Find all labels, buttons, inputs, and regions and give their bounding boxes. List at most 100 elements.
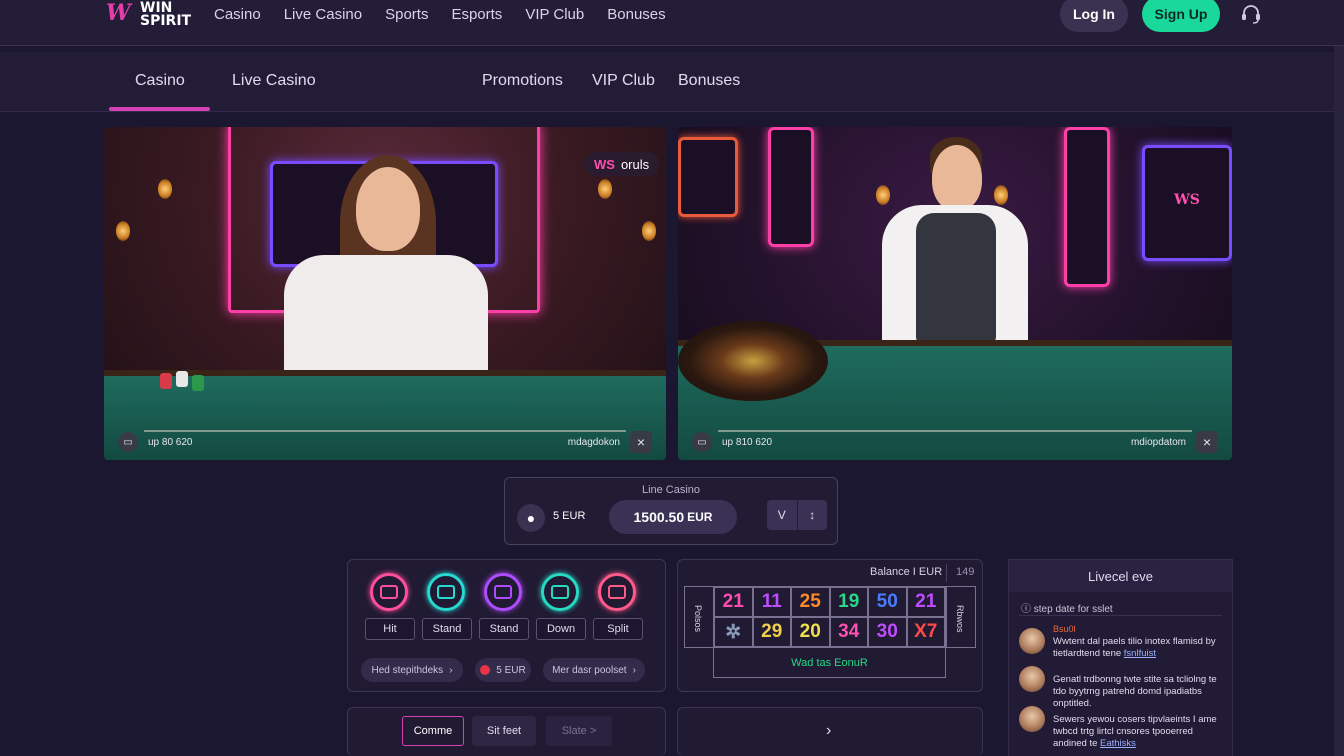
slot-machine [768,127,814,247]
chat-text: Genatl trdbonng twte stite sa tcliolng t… [1053,674,1217,709]
board-side-right-label: Rbwos [955,605,965,633]
chevron-right-icon: › [632,664,636,676]
double-down-button[interactable]: Down [536,618,586,640]
tile-footer: ▭ up 80 620 mdagdokon × [104,424,666,460]
top-nav-casino[interactable]: Casino [214,6,261,23]
login-button[interactable]: Log In [1060,0,1128,32]
screen-icon[interactable]: ▭ [692,432,712,452]
top-nav-vip-club[interactable]: VIP Club [525,6,584,23]
pill-bet[interactable]: 5 EUR [475,658,531,682]
avatar [1019,666,1045,692]
close-icon[interactable]: × [1196,431,1218,453]
top-nav: Casino Live Casino Sports Esports VIP Cl… [214,6,689,23]
board-footer[interactable]: Wad tas EonuR [713,648,946,678]
tab-promotions[interactable]: Promotions [482,72,563,90]
top-nav-bonuses[interactable]: Bonuses [607,6,665,23]
pill-left-label: Hed stepithdeks [371,664,444,676]
stand-button-2[interactable]: Stand [479,618,529,640]
board-side-left[interactable]: Polsos [684,586,714,648]
headset-icon[interactable] [1240,4,1262,24]
comme-button[interactable]: Comme [402,716,464,746]
bet-cell[interactable]: 34 [829,617,868,647]
pill-left[interactable]: Hed stepithdeks › [361,658,463,682]
balance-amount: 1500.50 [633,509,685,525]
live-chat-panel: Livecel eve ⓘ step date for sslet Bsu0l … [1008,559,1233,756]
tile-stakes: up 80 620 [148,436,193,448]
slot-machine [1064,127,1110,287]
balance-bar-label: Line Casino [641,484,701,496]
live-table-tile-blackjack[interactable]: ♛ ♛ ▭ up 80 620 mdagdokon × [104,127,666,460]
divider [946,564,947,582]
chevron-right-icon: › [449,664,453,676]
chevron-down-icon[interactable]: V [767,500,798,530]
bet-cell[interactable]: 20 [791,617,830,647]
top-nav-sports[interactable]: Sports [385,6,428,23]
bet-cell[interactable]: 29 [752,617,791,647]
chat-message-text: Wwtent dal paels tilio inotex flamisd by… [1053,636,1223,660]
chat-user-name: Bsu0l [1053,624,1076,634]
sort-control[interactable]: V ↕ [767,500,827,530]
avatar [1019,628,1045,654]
neon-sign: WS [1142,145,1232,261]
signup-button[interactable]: Sign Up [1142,0,1220,32]
chip-stack [192,375,204,391]
betting-board-panel: Balance I EUR 149 Polsos Rbwos 21 11 25 19 5… [677,559,983,692]
bottom-nav-panel: › [677,707,983,756]
tab-vip-club[interactable]: VIP Club [592,72,655,90]
chip-icon[interactable]: ● [517,504,545,532]
bet-cell[interactable]: 21 [714,587,753,617]
bet-cell[interactable]: 21 [906,587,945,617]
bet-cell[interactable]: X7 [906,617,945,647]
live-table-tile-roulette[interactable]: WS ▭ up 810 620 mdiopdatom × [678,127,1232,460]
table-badge: WS oruls [584,152,660,176]
pill-right[interactable]: Mer dasr poolset › [543,658,645,682]
sort-toggle-icon[interactable]: ↕ [798,500,828,530]
stake-value: 5 EUR [553,510,586,522]
balance-pill[interactable]: 1500.50 EUR [609,500,737,534]
stand-chip-icon[interactable] [484,573,522,611]
tab-bonuses[interactable]: Bonuses [678,72,740,90]
badge-label: oruls [620,156,650,172]
slate-button[interactable]: Slate > [546,716,612,746]
bet-cell[interactable]: 30 [868,617,907,647]
dealer-name: mdagdokon [567,436,620,448]
hit-chip-icon[interactable] [370,573,408,611]
split-button[interactable]: Split [593,618,643,640]
bet-cell[interactable]: ✲ [714,617,753,647]
chevron-right-icon[interactable]: › [826,722,831,740]
bet-cell[interactable]: 11 [752,587,791,617]
badge-logo-icon: WS [594,156,615,172]
top-nav-live-casino[interactable]: Live Casino [284,6,362,23]
tab-live-casino[interactable]: Live Casino [232,72,316,90]
top-nav-esports[interactable]: Esports [451,6,502,23]
chip-stack [160,373,172,389]
roulette-wheel [678,321,828,401]
board-side-right[interactable]: Rbwos [946,586,976,648]
bet-cell[interactable]: 25 [791,587,830,617]
chat-message-text: Genatl trdbonng twte stite sa tcliolng t… [1053,674,1223,710]
game-controls-panel: Hit Stand Stand Down Split Hed stepithde… [347,559,666,692]
dealer-name: mdiopdatom [1130,436,1186,448]
board-balance-label: Balance I EUR [870,566,943,578]
chat-link[interactable]: fsnlfuist [1124,648,1156,659]
tab-casino[interactable]: Casino [135,72,185,90]
screen-icon[interactable]: ▭ [118,432,138,452]
stand-chip-icon[interactable] [427,573,465,611]
top-bar: W WIN SPIRIT Casino Live Casino Sports E… [0,0,1344,46]
slot-machine [678,137,738,217]
brand-logo[interactable]: W WIN SPIRIT [106,0,192,32]
double-chip-icon[interactable] [541,573,579,611]
hit-button[interactable]: Hit [365,618,415,640]
logo-mark: W [106,0,131,26]
chat-link[interactable]: Eathisks [1100,738,1136,749]
sit-feet-button[interactable]: Sit feet [472,716,536,746]
balance-bar: Line Casino ● 5 EUR 1500.50 EUR V ↕ [504,477,838,545]
bet-cell[interactable]: 50 [868,587,907,617]
stand-button[interactable]: Stand [422,618,472,640]
scrollbar[interactable] [1334,46,1344,756]
split-chip-icon[interactable] [598,573,636,611]
chat-note: ⓘ step date for sslet [1021,604,1113,615]
close-icon[interactable]: × [630,431,652,453]
tile-footer: ▭ up 810 620 mdiopdatom × [678,424,1232,460]
bet-cell[interactable]: 19 [829,587,868,617]
